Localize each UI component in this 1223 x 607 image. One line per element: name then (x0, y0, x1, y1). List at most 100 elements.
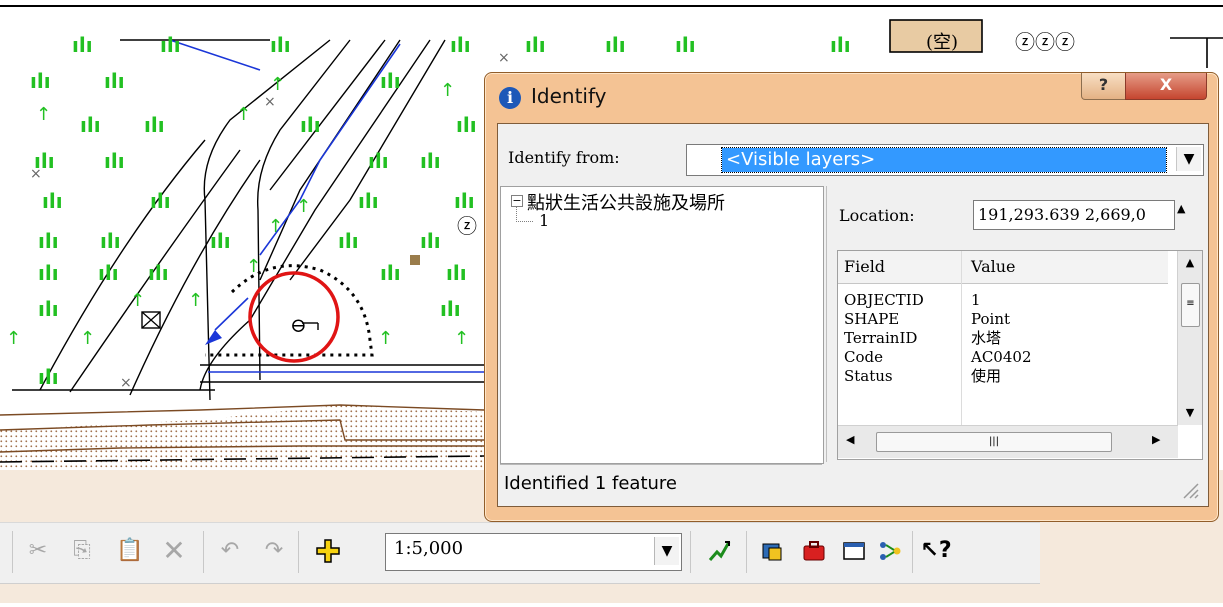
scroll-left-icon[interactable]: ◀ (846, 433, 854, 446)
table-row[interactable]: Status 使用 (838, 367, 1168, 385)
close-button[interactable]: X (1125, 73, 1207, 100)
scroll-thumb[interactable]: ||| (876, 432, 1112, 452)
svg-text:↑: ↑ (268, 216, 283, 237)
toolbar-separator (912, 531, 913, 573)
svg-text:ılı: ılı (38, 297, 59, 321)
column-header-field[interactable]: Field (844, 257, 885, 276)
toolbox-icon[interactable] (798, 533, 830, 569)
location-field[interactable]: 191,293.639 2,669,0 (973, 200, 1175, 230)
svg-text:ılı: ılı (368, 149, 389, 173)
value-cell: Point (971, 310, 1011, 328)
svg-text:ılı: ılı (270, 33, 291, 57)
python-window-icon[interactable] (838, 533, 870, 569)
resize-grip-icon[interactable] (1180, 480, 1200, 500)
table-row[interactable]: TerrainID 水塔 (838, 329, 1168, 347)
value-cell: 使用 (971, 367, 1002, 385)
svg-text:ılı: ılı (605, 33, 626, 57)
svg-text:↑: ↑ (36, 104, 51, 125)
svg-text:ılı: ılı (100, 229, 121, 253)
svg-text:ılı: ılı (450, 33, 471, 57)
field-cell: OBJECTID (844, 291, 924, 309)
collapse-toggle-icon[interactable]: − (511, 195, 523, 207)
map-scale-combobox[interactable]: 1:5,000 ▼ (385, 533, 682, 571)
horizontal-scrollbar[interactable]: ◀ ||| ▶ (838, 425, 1178, 458)
table-row[interactable]: Code AC0402 (838, 348, 1168, 366)
svg-text:ılı: ılı (144, 113, 165, 137)
location-value: 191,293.639 2,669,0 (978, 205, 1146, 224)
identify-from-dropdown[interactable]: <Visible layers> ▼ (686, 144, 1204, 176)
svg-text:↑: ↑ (236, 104, 251, 125)
arctoolbox-icon[interactable] (756, 533, 788, 569)
scroll-right-icon[interactable]: ▶ (1152, 433, 1160, 446)
modelbuilder-icon[interactable] (874, 533, 906, 569)
vertical-scrollbar[interactable]: ▲ ≡ ▼ (1177, 251, 1202, 425)
svg-text:ılı: ılı (38, 229, 59, 253)
location-spin-icon[interactable]: ▲ (1177, 202, 1185, 215)
identify-from-selected: <Visible layers> (721, 147, 1167, 173)
delete-icon[interactable]: ✕ (158, 533, 190, 569)
scroll-up-icon[interactable]: ▲ (1178, 251, 1202, 275)
map-scale-value: 1:5,000 (394, 538, 464, 559)
identify-title-bar[interactable]: i Identify ? X (485, 73, 1218, 123)
svg-text:ılı: ılı (440, 297, 461, 321)
svg-text:↑: ↑ (130, 290, 145, 311)
copy-icon[interactable]: ⎘ (66, 533, 98, 569)
svg-text:ılı: ılı (675, 33, 696, 57)
attribute-grid[interactable]: Field Value OBJECTID 1 SHAPE Point Terra… (837, 250, 1203, 460)
svg-text:↑: ↑ (6, 328, 21, 349)
svg-text:↑: ↑ (296, 196, 311, 217)
svg-text:×: × (264, 94, 276, 110)
svg-text:ılı: ılı (446, 261, 467, 285)
tree-layer-node[interactable]: 點狀生活公共設施及場所 (527, 189, 725, 215)
field-cell: TerrainID (844, 329, 918, 347)
svg-text:ılı: ılı (42, 189, 63, 213)
svg-text:ılı: ılı (420, 229, 441, 253)
toolbar-separator (298, 531, 299, 573)
chevron-down-icon[interactable]: ▼ (654, 537, 679, 565)
svg-text:ılı: ılı (38, 261, 59, 285)
svg-text:ılı: ılı (160, 33, 181, 57)
svg-text:↑: ↑ (270, 74, 285, 95)
svg-text:ılı: ılı (338, 229, 359, 253)
column-header-value[interactable]: Value (971, 257, 1016, 276)
info-icon: i (499, 87, 521, 109)
svg-text:ılı: ılı (830, 33, 851, 57)
undo-icon[interactable]: ↶ (214, 533, 246, 569)
svg-text:ılı: ılı (30, 69, 51, 93)
svg-text:↑: ↑ (440, 80, 455, 101)
toolbar-separator (203, 531, 204, 573)
svg-text:ılı: ılı (72, 33, 93, 57)
table-row[interactable]: SHAPE Point (838, 310, 1168, 328)
chevron-down-icon[interactable]: ▼ (1176, 147, 1201, 171)
identify-window[interactable]: i Identify ? X Identify from: <Visible l… (484, 72, 1219, 522)
editor-icon[interactable] (704, 533, 736, 569)
status-bar: Identified 1 feature (500, 464, 822, 505)
add-data-icon[interactable] (312, 533, 344, 569)
redo-icon[interactable]: ↷ (258, 533, 290, 569)
window-title: Identify (531, 84, 607, 108)
svg-text:ılı: ılı (38, 365, 59, 389)
field-cell: Code (844, 348, 883, 366)
scroll-down-icon[interactable]: ▼ (1178, 401, 1202, 425)
results-tree: − 點狀生活公共設施及場所 1 (500, 186, 824, 464)
identify-client-area: Identify from: <Visible layers> ▼ − 點狀生活… (497, 123, 1209, 507)
tree-feature-node[interactable]: 1 (539, 211, 549, 230)
value-cell: 1 (971, 291, 981, 309)
field-cell: Status (844, 367, 893, 385)
svg-text:ılı: ılı (34, 149, 55, 173)
svg-text:ılı: ılı (300, 113, 321, 137)
scroll-thumb[interactable]: ≡ (1181, 283, 1200, 327)
table-row[interactable]: OBJECTID 1 (838, 291, 1168, 309)
whats-this-icon[interactable]: ↖? (920, 533, 952, 569)
svg-text:ılı: ılı (358, 189, 379, 213)
field-cell: SHAPE (844, 310, 900, 328)
svg-text:ılı: ılı (525, 33, 546, 57)
map-label-zzz: ⓩⓩⓩ (1015, 30, 1075, 54)
svg-text:ılı: ılı (456, 113, 477, 137)
svg-text:ılı: ılı (150, 189, 171, 213)
paste-icon[interactable]: 📋 (114, 533, 146, 569)
svg-text:↑: ↑ (378, 328, 393, 349)
toolbar-separator (12, 531, 13, 573)
help-button[interactable]: ? (1081, 73, 1126, 100)
cut-icon[interactable]: ✂ (22, 533, 54, 569)
